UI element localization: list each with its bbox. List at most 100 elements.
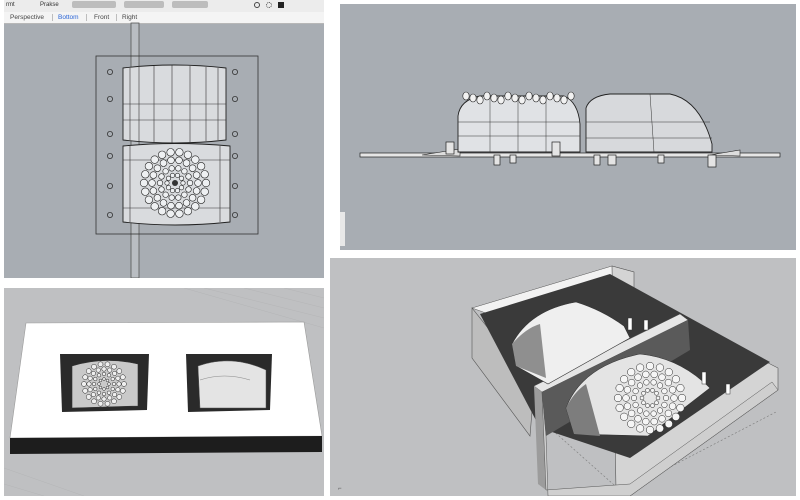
pattern-dot — [105, 378, 110, 383]
pattern-dot — [107, 395, 113, 401]
pattern-dot — [168, 165, 175, 172]
pattern-dot — [166, 209, 175, 218]
pattern-dot — [97, 361, 104, 368]
pattern-dot — [104, 400, 111, 407]
pattern-dot — [87, 375, 93, 381]
pattern-dot — [95, 367, 101, 373]
pattern-dot — [162, 191, 169, 198]
pattern-dot — [642, 370, 650, 379]
pattern-dot — [183, 150, 192, 159]
pattern-dot — [156, 179, 164, 187]
pattern-dot — [144, 195, 153, 204]
pattern-dot — [655, 363, 664, 372]
pattern-dot — [661, 388, 668, 395]
dome-bump — [525, 91, 533, 101]
pattern-dot — [645, 425, 655, 435]
pattern-dot — [82, 374, 88, 380]
pattern-dot — [181, 168, 188, 175]
pattern-dot — [150, 202, 159, 211]
pattern-dot — [166, 148, 175, 157]
pattern-dot — [164, 180, 170, 186]
pattern-dot — [658, 415, 666, 423]
pattern-dot — [105, 385, 110, 390]
dome-bump — [504, 91, 512, 101]
pattern-dot — [180, 180, 186, 186]
pattern-dot — [90, 370, 96, 376]
pattern-dot — [98, 385, 103, 390]
pattern-dot — [106, 373, 112, 378]
front-viewport[interactable] — [340, 4, 796, 250]
pattern-dot — [656, 407, 664, 414]
pattern-dot — [179, 185, 185, 191]
pattern-dot — [641, 400, 646, 405]
pattern-dot — [650, 379, 657, 386]
pattern-dot — [668, 402, 677, 410]
pattern-dot — [627, 409, 636, 418]
pattern-dot — [191, 155, 200, 164]
pattern-dot — [102, 387, 106, 391]
svg-text:⌐: ⌐ — [338, 486, 342, 492]
pattern-dot — [167, 202, 175, 210]
pattern-dot — [96, 373, 102, 378]
pattern-dot — [106, 390, 112, 395]
pattern-dot — [181, 191, 188, 198]
pattern-dot — [90, 392, 96, 398]
pattern-dot — [159, 159, 168, 167]
pattern-dot — [627, 378, 636, 387]
dome-bump — [462, 91, 470, 101]
pattern-dot — [650, 370, 658, 379]
pattern-dot — [91, 398, 97, 405]
pattern-dot — [93, 386, 98, 392]
pattern-dot — [97, 400, 104, 407]
pattern-dot — [175, 194, 182, 201]
dome-bump — [511, 93, 519, 103]
pattern-dot — [158, 173, 165, 180]
pattern-dot — [91, 381, 97, 387]
pattern-dot — [632, 401, 639, 408]
dome-bump — [483, 91, 491, 101]
pattern-dot — [650, 417, 658, 426]
pattern-dot — [671, 375, 680, 384]
pattern-dot — [149, 171, 158, 179]
pattern-dot — [98, 378, 103, 383]
pattern-dot — [153, 194, 162, 202]
front-view-drawing — [340, 91, 781, 246]
pattern-dot — [139, 178, 149, 188]
pattern-dot — [188, 194, 197, 202]
pattern-dot — [150, 155, 159, 164]
pattern-dot — [192, 171, 201, 179]
pattern-dot — [622, 394, 630, 402]
pattern-dot — [615, 403, 624, 412]
pattern-dot — [634, 415, 642, 423]
pattern-dot — [96, 390, 102, 395]
pattern-dot — [192, 187, 201, 195]
pattern-dot — [158, 186, 165, 193]
pattern-dot — [654, 391, 659, 396]
pattern-dot — [185, 186, 192, 193]
pattern-dot — [194, 179, 202, 187]
pattern-dot — [639, 395, 645, 401]
shaded-perspective-viewport[interactable]: ⌐ — [330, 258, 796, 496]
pattern-dot — [662, 394, 670, 402]
pattern-dot — [650, 410, 657, 417]
pattern-dot — [645, 361, 655, 371]
pattern-dot — [82, 388, 88, 394]
pattern-dot — [645, 388, 650, 393]
pattern-dot — [664, 409, 673, 418]
pattern-dot — [179, 175, 185, 181]
pattern-dot — [636, 363, 645, 372]
pattern-dot — [185, 173, 192, 180]
bottom-viewport[interactable]: rmt Prakse Perspective Bottom Front Righ… — [4, 0, 324, 278]
pattern-dot — [632, 388, 639, 395]
perspective-render-viewport[interactable] — [4, 288, 324, 496]
pattern-dot — [654, 400, 659, 405]
pattern-dot — [104, 361, 111, 368]
pattern-dot — [175, 209, 184, 218]
pattern-dot — [627, 419, 636, 428]
pattern-dot — [615, 384, 624, 393]
pattern-dot — [201, 178, 211, 188]
pattern-dot — [623, 402, 632, 410]
pattern-dot — [121, 381, 127, 387]
pattern-dot — [664, 419, 673, 428]
pattern-dot — [141, 187, 150, 196]
